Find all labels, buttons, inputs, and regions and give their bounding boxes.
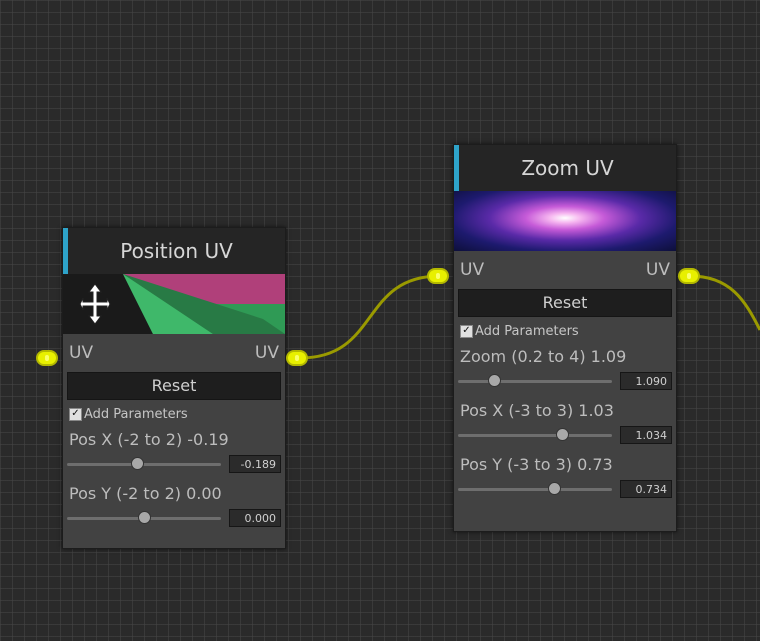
param-label-zoom: Zoom (0.2 to 4) 1.09 bbox=[460, 347, 627, 366]
slider-thumb[interactable] bbox=[555, 428, 569, 441]
nebula-image bbox=[454, 191, 676, 251]
value-field-zoom[interactable] bbox=[620, 372, 672, 390]
node-ports: UV UV bbox=[63, 334, 285, 372]
move-arrows-icon bbox=[79, 282, 111, 326]
node-ports: UV UV bbox=[454, 251, 676, 289]
add-parameters-label: Add Parameters bbox=[475, 323, 579, 339]
slider-track[interactable] bbox=[458, 380, 612, 383]
node-title: Position UV bbox=[120, 239, 233, 263]
wire-zoom-output[interactable] bbox=[689, 274, 760, 331]
input-port-label: UV bbox=[460, 260, 485, 280]
value-field-pos-y[interactable] bbox=[229, 509, 281, 527]
param-label-pos-y: Pos Y (-3 to 3) 0.73 bbox=[460, 455, 613, 474]
node-position-uv[interactable]: Position UV UV UV Reset ✓ Add Parameters… bbox=[62, 227, 286, 549]
slider-zoom[interactable] bbox=[454, 369, 676, 393]
input-port-label: UV bbox=[69, 343, 94, 363]
param-label-pos-x: Pos X (-3 to 3) 1.03 bbox=[460, 401, 614, 420]
output-port-connector[interactable] bbox=[678, 268, 700, 284]
output-port-connector[interactable] bbox=[286, 350, 308, 366]
slider-track[interactable] bbox=[458, 488, 612, 491]
slider-track[interactable] bbox=[458, 434, 612, 437]
node-header[interactable]: Position UV bbox=[63, 228, 285, 274]
slider-thumb[interactable] bbox=[488, 374, 502, 387]
param-label-pos-y: Pos Y (-2 to 2) 0.00 bbox=[69, 484, 222, 503]
add-parameters-toggle[interactable]: ✓ Add Parameters bbox=[69, 406, 285, 422]
param-label-pos-x: Pos X (-2 to 2) -0.19 bbox=[69, 430, 229, 449]
add-parameters-label: Add Parameters bbox=[84, 406, 188, 422]
reset-button[interactable]: Reset bbox=[67, 372, 281, 400]
slider-pos-y[interactable] bbox=[63, 506, 285, 530]
reset-button[interactable]: Reset bbox=[458, 289, 672, 317]
slider-pos-x[interactable] bbox=[454, 423, 676, 447]
value-field-pos-x[interactable] bbox=[620, 426, 672, 444]
input-port-connector[interactable] bbox=[36, 350, 58, 366]
slider-track[interactable] bbox=[67, 463, 221, 466]
add-parameters-toggle[interactable]: ✓ Add Parameters bbox=[460, 323, 676, 339]
node-title: Zoom UV bbox=[521, 156, 614, 180]
value-field-pos-y[interactable] bbox=[620, 480, 672, 498]
node-zoom-uv[interactable]: Zoom UV UV UV Reset ✓ Add Parameters Zoo… bbox=[453, 144, 677, 532]
slider-pos-y[interactable] bbox=[454, 477, 676, 501]
node-header[interactable]: Zoom UV bbox=[454, 145, 676, 191]
checkbox-checked-icon[interactable]: ✓ bbox=[69, 407, 82, 421]
slider-pos-x[interactable] bbox=[63, 452, 285, 476]
output-port-label: UV bbox=[645, 260, 670, 280]
output-port-label: UV bbox=[254, 343, 279, 363]
node-preview bbox=[63, 274, 285, 334]
input-port-connector[interactable] bbox=[427, 268, 449, 284]
slider-thumb[interactable] bbox=[547, 482, 561, 495]
slider-thumb[interactable] bbox=[130, 457, 144, 470]
wire-position-to-zoom[interactable] bbox=[299, 274, 441, 360]
value-field-pos-x[interactable] bbox=[229, 455, 281, 473]
slider-thumb[interactable] bbox=[138, 511, 151, 524]
checkbox-checked-icon[interactable]: ✓ bbox=[460, 324, 473, 338]
